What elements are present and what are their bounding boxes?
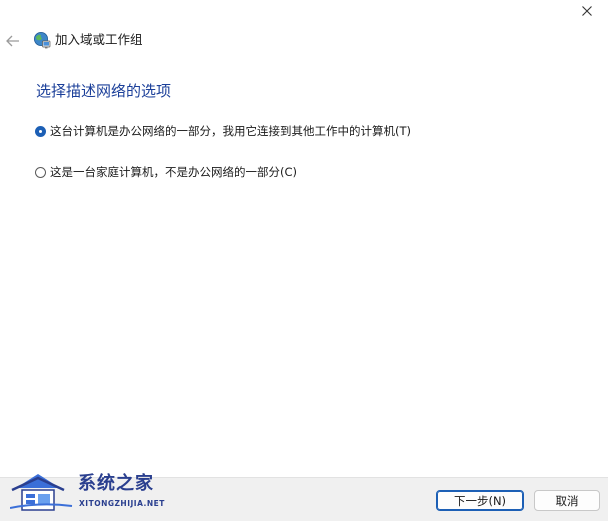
wizard-window: 加入域或工作组 选择描述网络的选项 这台计算机是办公网络的一部分，我用它连接到其… [0,0,608,521]
back-button[interactable] [3,30,23,52]
option-label: 这是一台家庭计算机，不是办公网络的一部分(C) [50,165,298,179]
site-watermark: 系统之家 XITONGZHIJIA.NET [10,470,170,518]
page-title: 选择描述网络的选项 [36,82,172,100]
close-icon [582,6,592,16]
radio-button-selected[interactable] [35,125,46,137]
wizard-header: 加入域或工作组 [0,28,400,54]
cancel-button[interactable]: 取消 [534,490,600,511]
house-logo-icon [10,474,73,511]
wizard-title: 加入域或工作组 [55,32,143,47]
network-globe-icon [34,32,51,49]
close-button[interactable] [572,0,602,22]
option-label: 这台计算机是办公网络的一部分，我用它连接到其他工作中的计算机(T) [50,124,411,138]
watermark-name: 系统之家 [78,473,154,494]
watermark-url: XITONGZHIJIA.NET [79,499,165,508]
option-office-network[interactable]: 这台计算机是办公网络的一部分，我用它连接到其他工作中的计算机(T) [35,122,411,140]
back-arrow-icon [6,35,19,47]
option-home-computer[interactable]: 这是一台家庭计算机，不是办公网络的一部分(C) [35,163,297,181]
radio-button[interactable] [35,166,46,178]
next-button[interactable]: 下一步(N) [436,490,524,511]
